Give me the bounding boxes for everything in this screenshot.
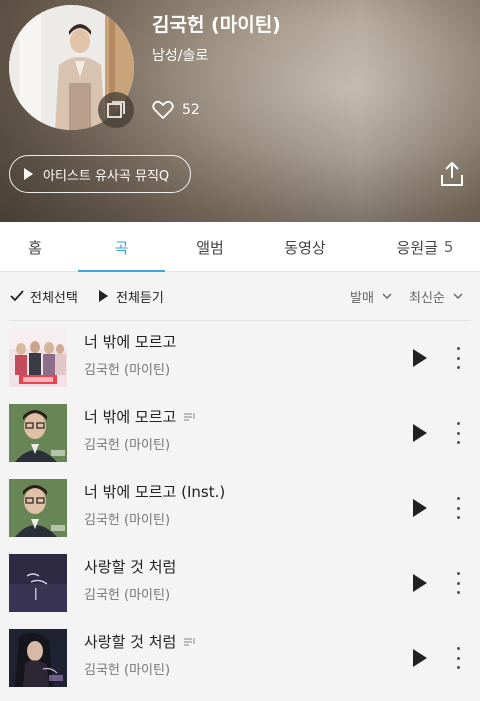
play-all-button[interactable]: 전체듣기 xyxy=(99,272,164,320)
heart-icon xyxy=(152,100,174,119)
photo-icon xyxy=(107,101,125,118)
album-cover[interactable] xyxy=(9,629,67,687)
tab-bar: 홈 곡 앨범 동영상 응원글 5 xyxy=(0,222,480,273)
sort-order-label: 최신순 xyxy=(409,290,445,306)
chevron-down-icon xyxy=(453,293,463,299)
artist-genre: 남성/솔로 xyxy=(152,48,209,64)
sort-type-dropdown[interactable]: 발매 xyxy=(350,272,392,320)
song-title: 너 밖에 모르고 xyxy=(84,333,177,351)
select-all-label: 전체선택 xyxy=(30,290,78,306)
divider xyxy=(9,320,471,321)
album-cover[interactable] xyxy=(9,404,67,462)
more-icon[interactable] xyxy=(452,497,464,519)
sort-order-dropdown[interactable]: 최신순 xyxy=(409,272,463,320)
album-cover[interactable] xyxy=(9,554,67,612)
chevron-down-icon xyxy=(382,293,392,299)
tab-songs[interactable]: 곡 xyxy=(78,222,165,272)
tab-comments[interactable]: 응원글 5 xyxy=(370,222,480,272)
sort-type-label: 발매 xyxy=(350,290,374,306)
artist-header: 김국헌 (마이틴) 남성/솔로 52 아티스트 유사곡 뮤직Q xyxy=(0,0,480,222)
share-icon[interactable] xyxy=(438,160,466,188)
tab-label: 응원글 xyxy=(396,238,438,257)
song-row[interactable]: 너 밖에 모르고 김국헌 (마이틴) xyxy=(0,329,480,404)
lyrics-icon xyxy=(184,412,195,421)
song-row[interactable]: 사랑할 것 처럼 김국헌 (마이틴) xyxy=(0,554,480,629)
tab-label: 홈 xyxy=(28,238,42,257)
like-button[interactable]: 52 xyxy=(152,100,200,120)
play-icon xyxy=(24,168,33,180)
similar-songs-label: 아티스트 유사곡 뮤직Q xyxy=(43,168,170,184)
more-icon[interactable] xyxy=(452,422,464,444)
play-icon[interactable] xyxy=(413,499,427,517)
similar-songs-music-q-button[interactable]: 아티스트 유사곡 뮤직Q xyxy=(9,155,191,193)
song-row[interactable]: 너 밖에 모르고 김국헌 (마이틴) xyxy=(0,404,480,479)
check-icon xyxy=(10,290,24,302)
song-row[interactable]: 너 밖에 모르고 (Inst.) 김국헌 (마이틴) xyxy=(0,479,480,554)
song-artist: 김국헌 (마이틴) xyxy=(84,663,171,678)
more-icon[interactable] xyxy=(452,647,464,669)
play-icon xyxy=(99,290,108,302)
tab-label: 앨범 xyxy=(196,238,224,257)
tab-albums[interactable]: 앨범 xyxy=(165,222,255,272)
tab-count: 5 xyxy=(443,238,454,256)
song-title: 사랑할 것 처럼 xyxy=(84,558,177,576)
tab-videos[interactable]: 동영상 xyxy=(255,222,355,272)
song-row[interactable]: 사랑할 것 처럼 김국헌 (마이틴) xyxy=(0,629,480,701)
song-title: 사랑할 것 처럼 xyxy=(84,631,196,652)
song-artist: 김국헌 (마이틴) xyxy=(84,363,171,378)
album-cover[interactable] xyxy=(9,329,67,387)
play-all-label: 전체듣기 xyxy=(116,290,164,306)
song-title: 너 밖에 모르고 xyxy=(84,406,196,427)
tab-label: 동영상 xyxy=(284,238,326,257)
tab-home[interactable]: 홈 xyxy=(0,222,70,272)
artist-name: 김국헌 (마이틴) xyxy=(152,14,281,36)
photo-button[interactable] xyxy=(98,92,134,128)
select-all-button[interactable]: 전체선택 xyxy=(10,272,78,320)
play-icon[interactable] xyxy=(413,349,427,367)
play-icon[interactable] xyxy=(413,574,427,592)
play-icon[interactable] xyxy=(413,649,427,667)
song-title: 너 밖에 모르고 (Inst.) xyxy=(84,483,226,501)
like-count: 52 xyxy=(182,102,200,118)
song-artist: 김국헌 (마이틴) xyxy=(84,588,171,603)
song-artist: 김국헌 (마이틴) xyxy=(84,438,171,453)
tab-label: 곡 xyxy=(114,238,129,257)
list-controls: 전체선택 전체듣기 발매 최신순 xyxy=(0,272,480,320)
play-icon[interactable] xyxy=(413,424,427,442)
song-artist: 김국헌 (마이틴) xyxy=(84,513,171,528)
more-icon[interactable] xyxy=(452,572,464,594)
more-icon[interactable] xyxy=(452,347,464,369)
lyrics-icon xyxy=(184,637,195,646)
album-cover[interactable] xyxy=(9,479,67,537)
